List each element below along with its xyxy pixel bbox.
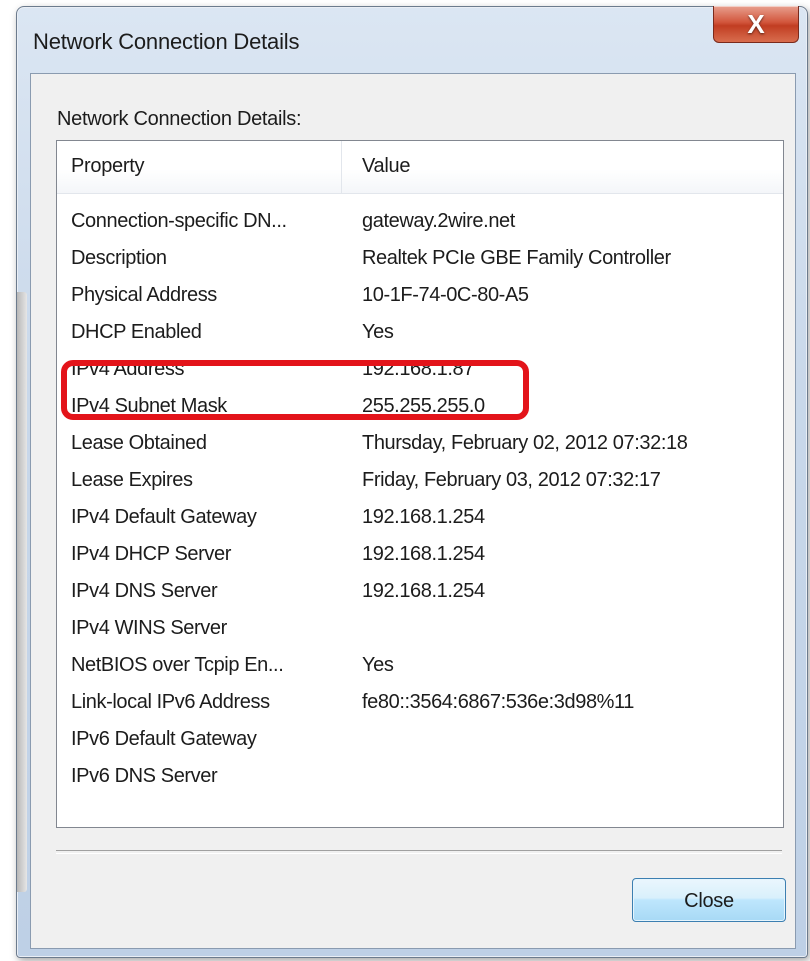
divider [56,850,782,854]
value-cell: 192.168.1.254 [362,580,485,602]
list-item[interactable]: IPv4 DNS Server 192.168.1.254 [57,574,783,611]
list-item[interactable]: DHCP Enabled Yes [57,315,783,352]
details-label: Network Connection Details: [57,108,302,130]
title-bar[interactable]: Network Connection Details X [17,6,807,69]
list-item[interactable]: IPv4 DHCP Server 192.168.1.254 [57,537,783,574]
list-item[interactable]: Lease Obtained Thursday, February 02, 20… [57,426,783,463]
value-cell: 192.168.1.254 [362,543,485,565]
list-item[interactable]: Link-local IPv6 Address fe80::3564:6867:… [57,685,783,722]
dialog-body: Network Connection Details: Property Val… [30,73,796,949]
value-cell: Thursday, February 02, 2012 07:32:18 [362,432,688,454]
list-item[interactable]: IPv4 WINS Server [57,611,783,648]
value-cell: Friday, February 03, 2012 07:32:17 [362,469,661,491]
column-divider[interactable] [341,141,342,193]
property-cell: Description [71,247,167,269]
window-edge [17,292,27,892]
close-window-button[interactable]: X [713,6,799,43]
property-cell: IPv4 DNS Server [71,580,218,602]
window-title: Network Connection Details [33,29,300,54]
property-cell: IPv4 Default Gateway [71,506,257,528]
list-item[interactable]: Description Realtek PCIe GBE Family Cont… [57,241,783,278]
column-header-property[interactable]: Property [71,155,144,178]
list-item[interactable]: IPv6 DNS Server [57,759,783,796]
details-list[interactable]: Property Value Connection-specific DN...… [56,140,784,828]
property-cell: IPv6 DNS Server [71,765,218,787]
property-cell: Lease Expires [71,469,193,491]
property-cell: Link-local IPv6 Address [71,691,270,713]
network-connection-details-window: Network Connection Details X Network Con… [16,6,808,958]
value-cell: Yes [362,654,394,676]
property-cell: IPv6 Default Gateway [71,728,257,750]
value-cell: Yes [362,321,394,343]
property-cell: IPv4 DHCP Server [71,543,231,565]
list-item[interactable]: IPv6 Default Gateway [57,722,783,759]
value-cell: gateway.2wire.net [362,210,515,232]
property-cell: NetBIOS over Tcpip En... [71,654,284,676]
property-cell: DHCP Enabled [71,321,202,343]
list-item[interactable]: IPv4 Default Gateway 192.168.1.254 [57,500,783,537]
value-cell: 192.168.1.254 [362,506,485,528]
close-icon: X [747,9,765,39]
value-cell: Realtek PCIe GBE Family Controller [362,247,671,269]
value-cell: fe80::3564:6867:536e:3d98%11 [362,691,635,713]
property-cell: Physical Address [71,284,217,306]
property-cell: IPv4 WINS Server [71,617,227,639]
list-item[interactable]: Lease Expires Friday, February 03, 2012 … [57,463,783,500]
list-item[interactable]: Physical Address 10-1F-74-0C-80-A5 [57,278,783,315]
list-item[interactable]: Connection-specific DN... gateway.2wire.… [57,204,783,241]
list-item[interactable]: NetBIOS over Tcpip En... Yes [57,648,783,685]
close-button[interactable]: Close [632,878,786,922]
column-header-value[interactable]: Value [362,155,410,178]
property-cell: Lease Obtained [71,432,207,454]
value-cell: 10-1F-74-0C-80-A5 [362,284,529,306]
dhcp-enabled-highlight [61,360,529,420]
list-header: Property Value [57,141,783,194]
property-cell: Connection-specific DN... [71,210,287,232]
